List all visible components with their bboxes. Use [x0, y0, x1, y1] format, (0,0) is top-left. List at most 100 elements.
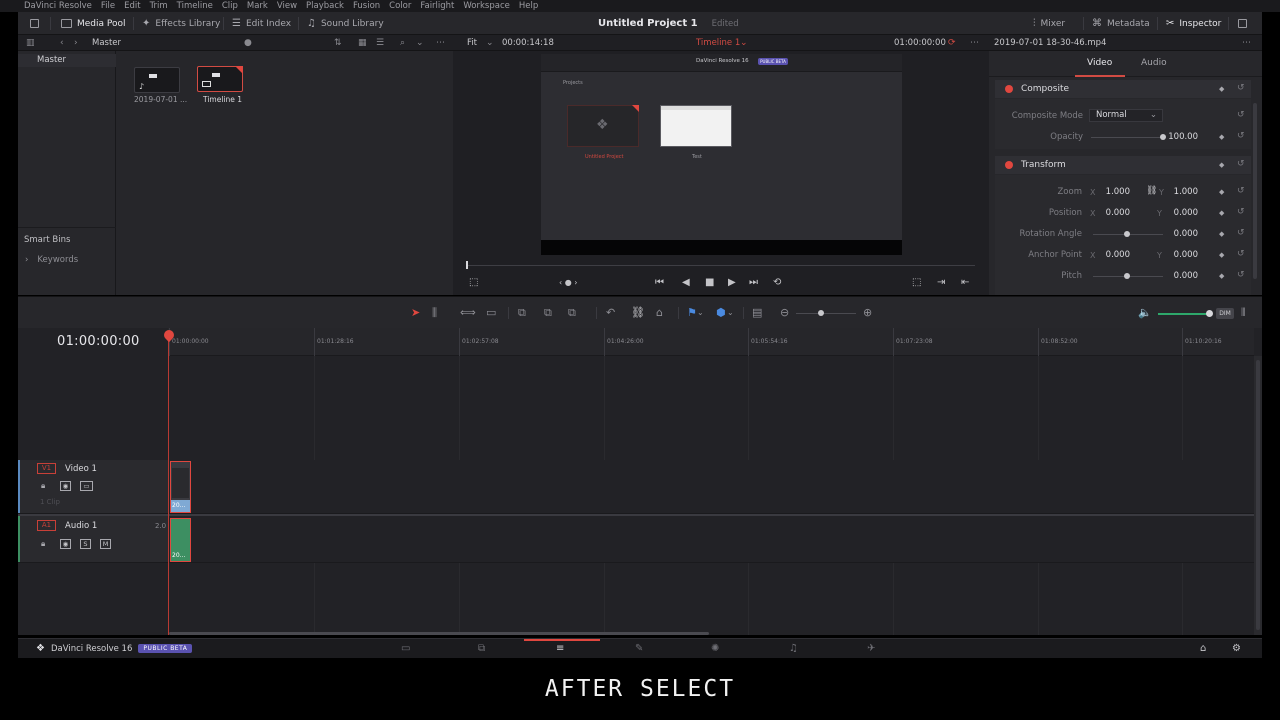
- bin-master[interactable]: Master: [18, 54, 116, 67]
- blade-tool-icon[interactable]: ▭: [486, 306, 496, 319]
- reset-icon[interactable]: ↺: [1237, 83, 1245, 93]
- video-track-lane[interactable]: [168, 460, 1254, 514]
- snapping-icon[interactable]: ↶: [606, 306, 615, 319]
- deliver-page-icon[interactable]: ✈: [867, 643, 875, 655]
- rotation-angle-value[interactable]: 0.000: [1162, 229, 1198, 239]
- prev-frame-icon[interactable]: ⇤: [961, 277, 969, 289]
- keyframe-icon[interactable]: ◆: [1219, 209, 1224, 217]
- auto-select-icon[interactable]: ◉: [60, 539, 71, 549]
- composite-section-header[interactable]: Composite: [995, 80, 1251, 98]
- metadata-button[interactable]: ⌘ Metadata: [1092, 12, 1150, 35]
- zoom-out-icon[interactable]: ⊖: [780, 306, 789, 319]
- expand-icon[interactable]: [1238, 12, 1247, 35]
- sound-library-button[interactable]: ♫ Sound Library: [307, 12, 384, 35]
- zoom-y-value[interactable]: 1.000: [1162, 187, 1198, 197]
- smart-bin-keywords[interactable]: › Keywords: [25, 255, 78, 265]
- home-icon[interactable]: ⌂: [1200, 643, 1206, 655]
- reset-icon[interactable]: ↺: [1237, 186, 1245, 196]
- auto-select-icon[interactable]: ◉: [60, 481, 71, 491]
- menu-fusion[interactable]: Fusion: [353, 1, 380, 11]
- reset-icon[interactable]: ↺: [1237, 270, 1245, 280]
- list-view-icon[interactable]: ☰: [376, 38, 384, 48]
- mute-button[interactable]: M: [100, 539, 111, 549]
- menu-workspace[interactable]: Workspace: [463, 1, 509, 11]
- zoom-x-value[interactable]: 1.000: [1094, 187, 1130, 197]
- chevron-down-icon[interactable]: ⌄: [727, 306, 734, 319]
- jog-control[interactable]: ‹ ● ›: [559, 277, 577, 289]
- keyframe-icon[interactable]: ◆: [1219, 85, 1224, 93]
- enable-toggle-icon[interactable]: [1005, 85, 1013, 93]
- play-icon[interactable]: ▶: [728, 277, 736, 289]
- audio-track-lane[interactable]: [168, 516, 1254, 563]
- audio-clip[interactable]: 20...: [170, 518, 191, 562]
- media-clip-timeline[interactable]: [197, 66, 243, 92]
- position-lock-icon[interactable]: ⌂: [656, 306, 663, 319]
- solo-button[interactable]: S: [80, 539, 91, 549]
- reset-icon[interactable]: ↺: [1237, 207, 1245, 217]
- timeline-vertical-scrollbar[interactable]: [1254, 356, 1262, 635]
- next-frame-icon[interactable]: ⇥: [937, 277, 945, 289]
- pitch-value[interactable]: 0.000: [1162, 271, 1198, 281]
- color-page-icon[interactable]: ✺: [711, 643, 719, 655]
- opacity-value[interactable]: 100.00: [1162, 132, 1198, 142]
- timeline-name[interactable]: Timeline 1: [696, 35, 740, 51]
- detail-zoom-icon[interactable]: ▤: [752, 306, 762, 319]
- volume-slider-knob[interactable]: [1206, 310, 1213, 317]
- video-clip[interactable]: 20...: [170, 461, 191, 513]
- inspector-scrollbar[interactable]: [1253, 103, 1257, 279]
- selection-tool-icon[interactable]: ➤: [411, 306, 420, 319]
- volume-slider[interactable]: [1158, 313, 1210, 315]
- keyframe-icon[interactable]: ◆: [1219, 230, 1224, 238]
- gear-icon[interactable]: ⚙: [1232, 643, 1241, 655]
- video-track-header[interactable]: V1 Video 1 🔒︎ ◉ ▭ 1 Clip: [18, 460, 168, 514]
- link-icon[interactable]: ⛓: [1146, 186, 1157, 196]
- loop-icon[interactable]: ⟳: [948, 38, 956, 48]
- effects-library-button[interactable]: ✦ Effects Library: [142, 12, 220, 35]
- linked-selection-icon[interactable]: ⛓: [631, 306, 645, 319]
- viewer-playhead[interactable]: [466, 261, 468, 269]
- timeline-horizontal-scrollbar[interactable]: [169, 632, 709, 635]
- lock-icon[interactable]: 🔒︎: [41, 539, 45, 549]
- transform-section-header[interactable]: Transform: [995, 156, 1251, 174]
- rotation-slider-knob[interactable]: [1124, 231, 1130, 237]
- sidebar-icon[interactable]: ▥: [26, 38, 35, 48]
- skip-to-end-icon[interactable]: ⏭: [749, 277, 758, 289]
- reset-icon[interactable]: ↺: [1237, 249, 1245, 259]
- menu-mark[interactable]: Mark: [247, 1, 268, 11]
- timeline-ruler[interactable]: 01:00:00:00 01:01:28:16 01:02:57:08 01:0…: [168, 328, 1254, 356]
- play-reverse-icon[interactable]: ◀: [682, 277, 690, 289]
- lock-icon[interactable]: 🔒︎: [41, 481, 45, 491]
- keyframe-icon[interactable]: ◆: [1219, 161, 1224, 169]
- menu-file[interactable]: File: [101, 1, 115, 11]
- more-options-icon[interactable]: ⋯: [436, 38, 445, 48]
- reset-icon[interactable]: ↺: [1237, 131, 1245, 141]
- grid-view-icon[interactable]: ▦: [358, 38, 367, 48]
- overwrite-clip-icon[interactable]: ⧉: [544, 306, 552, 319]
- composite-mode-select[interactable]: Normal ⌄: [1089, 109, 1163, 122]
- keyframe-icon[interactable]: ◆: [1219, 272, 1224, 280]
- pitch-slider-knob[interactable]: [1124, 273, 1130, 279]
- skip-to-start-icon[interactable]: ⏮: [655, 277, 664, 289]
- insert-clip-icon[interactable]: ⧉: [518, 306, 526, 319]
- more-options-icon[interactable]: ⋯: [970, 38, 979, 48]
- anchor-x-value[interactable]: 0.000: [1094, 250, 1130, 260]
- edit-page-icon[interactable]: ≡: [556, 643, 564, 655]
- keyframe-icon[interactable]: ◆: [1219, 133, 1224, 141]
- back-icon[interactable]: ‹: [60, 38, 64, 48]
- menu-help[interactable]: Help: [519, 1, 538, 11]
- audio-track-header[interactable]: A1 Audio 1 2.0 🔒︎ ◉ S M: [18, 516, 168, 563]
- speaker-icon[interactable]: 🔈: [1138, 306, 1152, 319]
- reset-icon[interactable]: ↺: [1237, 159, 1245, 169]
- replace-clip-icon[interactable]: ⧉: [568, 306, 576, 319]
- chevron-down-icon[interactable]: ⌄: [416, 38, 424, 48]
- inspector-button[interactable]: ✂ Inspector: [1166, 12, 1221, 35]
- track-id-v1[interactable]: V1: [37, 463, 56, 474]
- search-icon[interactable]: ⌕: [400, 38, 405, 48]
- flag-icon[interactable]: ⚑: [687, 306, 697, 319]
- loop-icon[interactable]: ⟲: [773, 277, 781, 289]
- timeline-timecode[interactable]: 01:00:00:00: [57, 334, 140, 349]
- menu-fairlight[interactable]: Fairlight: [420, 1, 454, 11]
- edit-index-button[interactable]: ☰ Edit Index: [232, 12, 291, 35]
- dynamic-trim-icon[interactable]: ⟺: [460, 306, 476, 319]
- zoom-slider-knob[interactable]: [818, 310, 824, 316]
